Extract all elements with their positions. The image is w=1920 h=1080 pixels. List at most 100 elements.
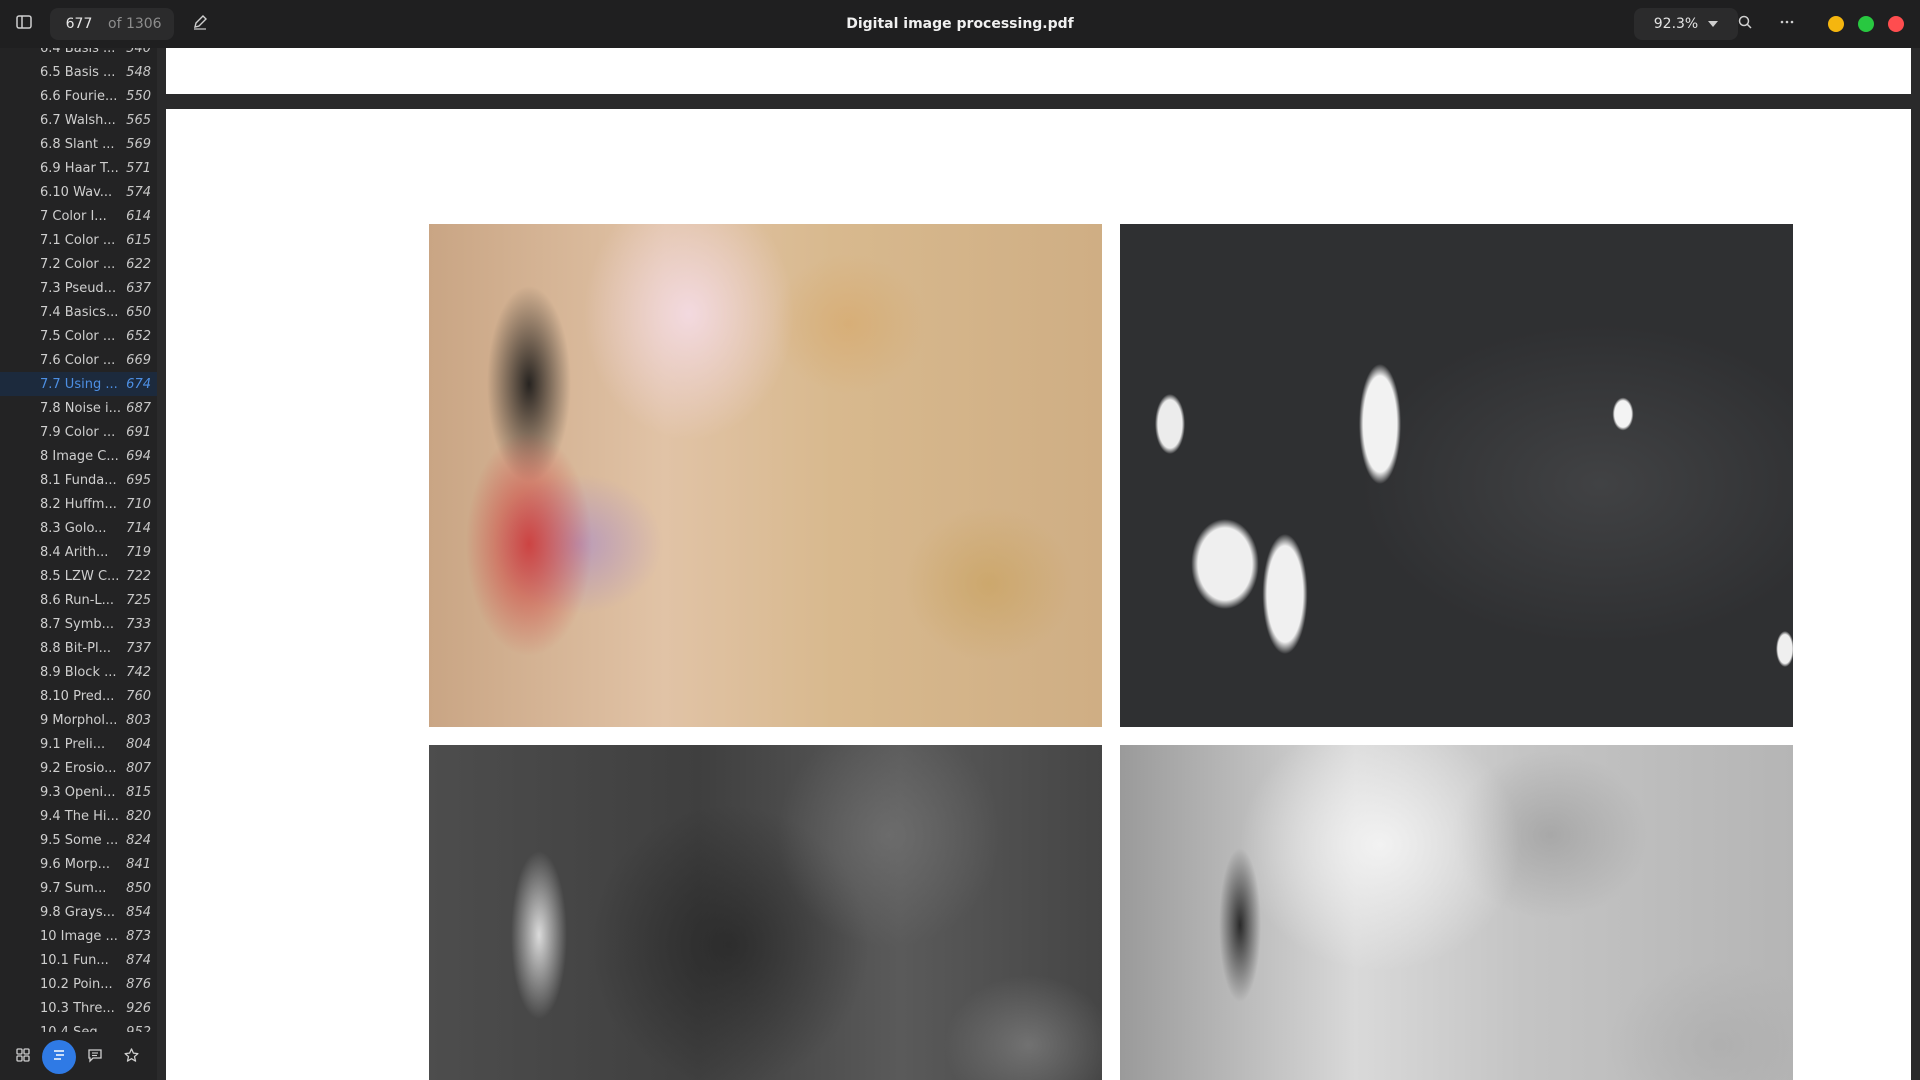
- outline-item[interactable]: 8.3 Golo... 714: [0, 516, 157, 540]
- title-bar: 677 of 1306 Digital image processing.pdf…: [0, 0, 1920, 48]
- outline-item[interactable]: 9.8 Grays... 854: [0, 900, 157, 924]
- outline-item[interactable]: 8.1 Funda... 695: [0, 468, 157, 492]
- outline-item[interactable]: 6.9 Haar T... 571: [0, 156, 157, 180]
- outline-item[interactable]: 6.4 Basis ... 540: [0, 48, 157, 60]
- outline-item-label: 9.1 Preli...: [40, 736, 106, 752]
- pdf-page: [166, 109, 1911, 1080]
- outline-item-page: 824: [126, 832, 151, 848]
- outline-item-label: 8.4 Arith...: [40, 544, 109, 560]
- outline-item-page: 804: [126, 736, 151, 752]
- outline-item[interactable]: 7.5 Color ... 652: [0, 324, 157, 348]
- more-button[interactable]: [1771, 8, 1803, 40]
- outline-item[interactable]: 9.6 Morp... 841: [0, 852, 157, 876]
- outline-item-page: 710: [126, 496, 151, 512]
- close-button[interactable]: [1888, 16, 1904, 32]
- outline-item-label: 7.7 Using ...: [40, 376, 118, 392]
- comments-button[interactable]: [78, 1040, 112, 1074]
- outline-item-label: 8.10 Pred...: [40, 688, 115, 704]
- annotate-button[interactable]: [184, 8, 216, 40]
- outline-item[interactable]: 6.8 Slant ... 569: [0, 132, 157, 156]
- outline-item-label: 6.8 Slant ...: [40, 136, 115, 152]
- outline-item-label: 9.5 Some ...: [40, 832, 119, 848]
- grayscale-channel-image-dark: [429, 745, 1102, 1080]
- outline-item[interactable]: 6.5 Basis ... 548: [0, 60, 157, 84]
- thumbnails-button[interactable]: [6, 1040, 40, 1074]
- outline-item[interactable]: 8.9 Block ... 742: [0, 660, 157, 684]
- outline-item[interactable]: 7.3 Pseud... 637: [0, 276, 157, 300]
- document-viewer[interactable]: [157, 48, 1920, 1080]
- sidebar-footer: [0, 1032, 157, 1080]
- outline-item-page: 841: [126, 856, 151, 872]
- minimize-button[interactable]: [1828, 16, 1844, 32]
- outline-item[interactable]: 9.5 Some ... 824: [0, 828, 157, 852]
- outline-item-page: 926: [126, 1000, 151, 1016]
- outline-item-page: 725: [126, 592, 151, 608]
- outline-item-label: 9.3 Openi...: [40, 784, 116, 800]
- outline-item[interactable]: 7.9 Color ... 691: [0, 420, 157, 444]
- outline-item-page: 873: [126, 928, 151, 944]
- outline-item-page: 807: [126, 760, 151, 776]
- outline-item[interactable]: 8.2 Huffm... 710: [0, 492, 157, 516]
- outline-item-label: 6.6 Fourie...: [40, 88, 118, 104]
- sidebar-toggle-button[interactable]: [8, 8, 40, 40]
- outline-item-page: 695: [126, 472, 151, 488]
- outline-item[interactable]: 9 Morphol... 803: [0, 708, 157, 732]
- outline-item-page: 548: [126, 64, 151, 80]
- outline-item[interactable]: 8 Image C... 694: [0, 444, 157, 468]
- outline-item[interactable]: 6.10 Wav... 574: [0, 180, 157, 204]
- outline-item[interactable]: 8.7 Symb... 733: [0, 612, 157, 636]
- outline-item-label: 7.6 Color ...: [40, 352, 116, 368]
- outline-item-label: 9.2 Erosio...: [40, 760, 117, 776]
- outline-item[interactable]: 10.1 Fun... 874: [0, 948, 157, 972]
- outline-item[interactable]: 9.1 Preli... 804: [0, 732, 157, 756]
- outline-item[interactable]: 8.10 Pred... 760: [0, 684, 157, 708]
- outline-item-page: 694: [126, 448, 151, 464]
- outline-item[interactable]: 8.5 LZW C... 722: [0, 564, 157, 588]
- outline-item-label: 8.5 LZW C...: [40, 568, 120, 584]
- annotate-pen-icon: [191, 13, 209, 35]
- outline-item[interactable]: 9.4 The Hi... 820: [0, 804, 157, 828]
- search-button[interactable]: [1729, 8, 1761, 40]
- outline-button[interactable]: [42, 1040, 76, 1074]
- outline-item-label: 6.10 Wav...: [40, 184, 113, 200]
- outline-item[interactable]: 7.2 Color ... 622: [0, 252, 157, 276]
- outline-item-label: 7 Color I...: [40, 208, 107, 224]
- outline-item[interactable]: 7.6 Color ... 669: [0, 348, 157, 372]
- zoom-dropdown[interactable]: 92.3%: [1634, 8, 1738, 40]
- outline-item[interactable]: 7.1 Color ... 615: [0, 228, 157, 252]
- outline-item-page: 742: [126, 664, 151, 680]
- outline-item[interactable]: 8.4 Arith... 719: [0, 540, 157, 564]
- maximize-button[interactable]: [1858, 16, 1874, 32]
- outline-item-label: 10.2 Poin...: [40, 976, 113, 992]
- outline-item[interactable]: 9.3 Openi... 815: [0, 780, 157, 804]
- outline-item-page: 760: [126, 688, 151, 704]
- outline-item-label: 8.2 Huffm...: [40, 496, 117, 512]
- outline-item-label: 10.1 Fun...: [40, 952, 109, 968]
- outline-item-label: 6.5 Basis ...: [40, 64, 116, 80]
- sidebar-toggle-icon: [15, 13, 33, 35]
- outline-item[interactable]: 7.4 Basics... 650: [0, 300, 157, 324]
- outline-item-page: 687: [126, 400, 151, 416]
- outline-item[interactable]: 9.2 Erosio... 807: [0, 756, 157, 780]
- outline-item-page: 569: [126, 136, 151, 152]
- outline-item[interactable]: 10 Image ... 873: [0, 924, 157, 948]
- outline-item[interactable]: 10.3 Thre... 926: [0, 996, 157, 1020]
- outline-item-page: 733: [126, 616, 151, 632]
- outline-item[interactable]: 8.6 Run-L... 725: [0, 588, 157, 612]
- outline-item[interactable]: 7 Color I... 614: [0, 204, 157, 228]
- outline-item-page: 737: [126, 640, 151, 656]
- outline-item[interactable]: 7.8 Noise i... 687: [0, 396, 157, 420]
- outline-item-label: 6.9 Haar T...: [40, 160, 119, 176]
- outline-item-label: 7.9 Color ...: [40, 424, 116, 440]
- outline-item[interactable]: 6.7 Walsh... 565: [0, 108, 157, 132]
- outline-item[interactable]: 9.7 Sum... 850: [0, 876, 157, 900]
- outline-item-label: 10 Image ...: [40, 928, 118, 944]
- outline-item[interactable]: 7.7 Using ... 674: [0, 372, 157, 396]
- outline-item[interactable]: 10.2 Poin... 876: [0, 972, 157, 996]
- outline-item-page: 669: [126, 352, 151, 368]
- outline-item[interactable]: 8.8 Bit-Pl... 737: [0, 636, 157, 660]
- outline-item[interactable]: 6.6 Fourie... 550: [0, 84, 157, 108]
- outline-item-label: 8.6 Run-L...: [40, 592, 115, 608]
- page-number-input[interactable]: 677: [50, 16, 108, 32]
- bookmarks-button[interactable]: [114, 1040, 148, 1074]
